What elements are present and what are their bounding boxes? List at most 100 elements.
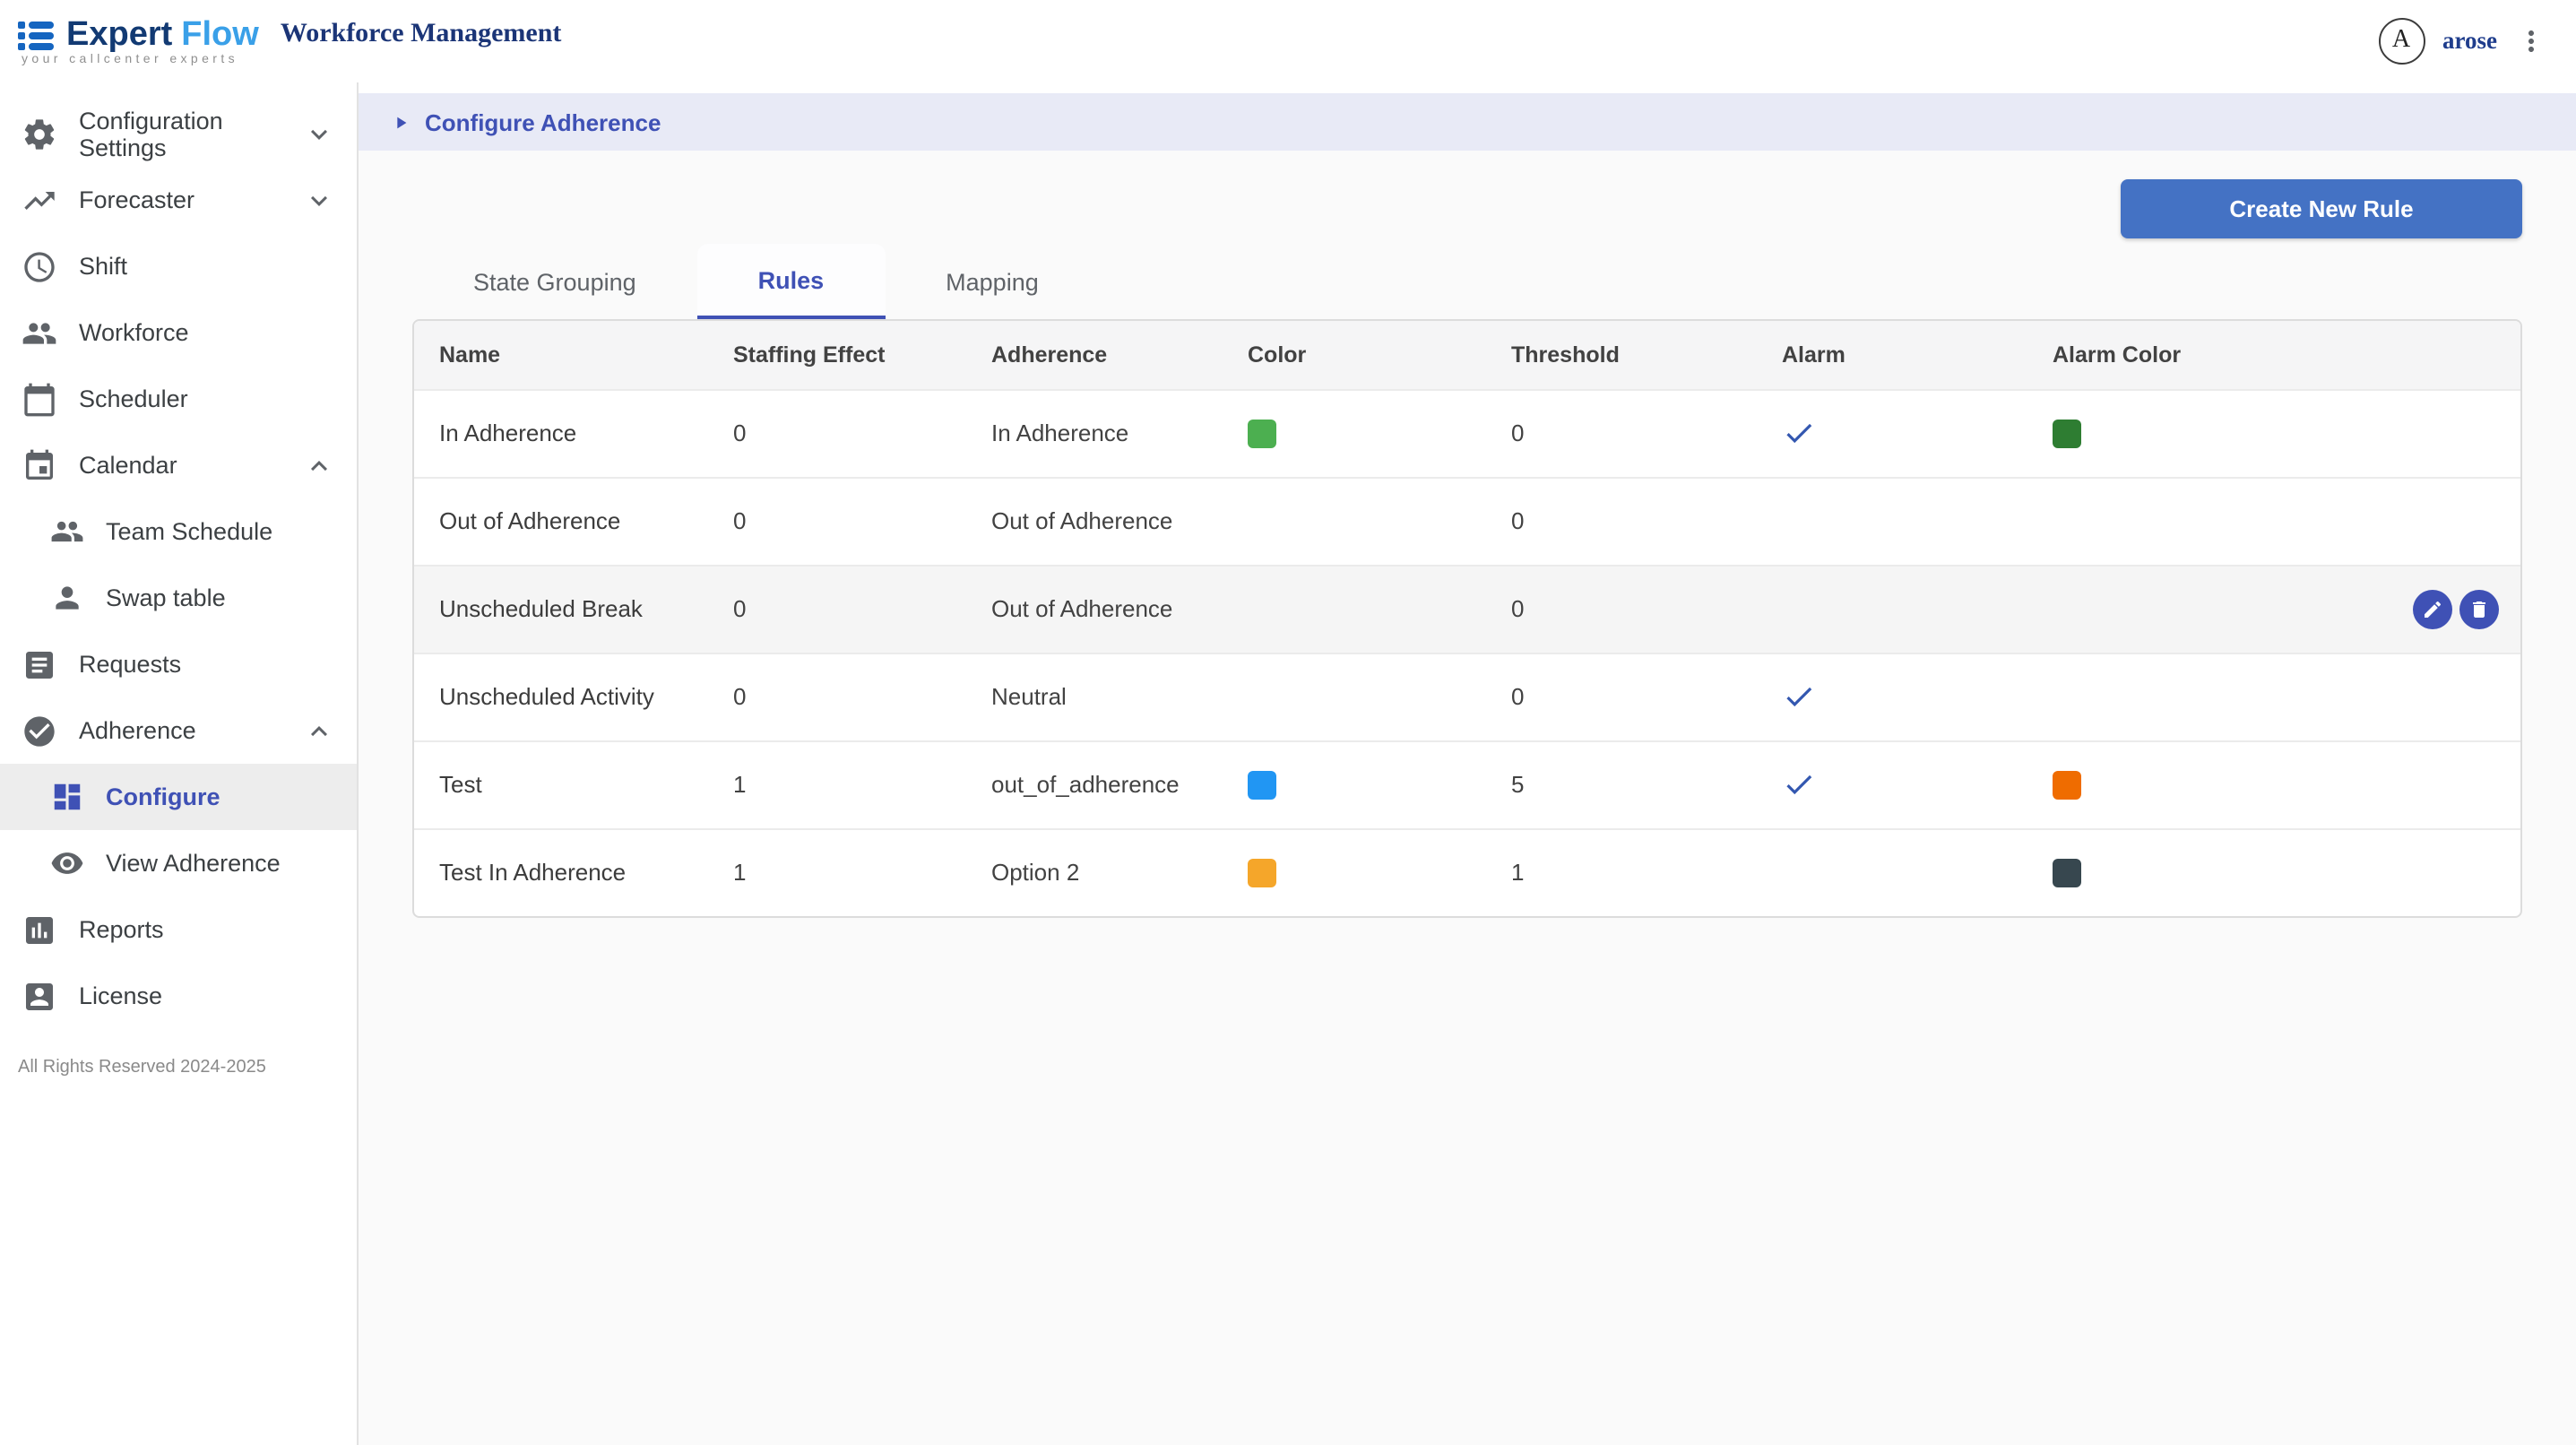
chevron-down-icon [303, 117, 335, 150]
kebab-menu-icon[interactable] [2515, 25, 2547, 57]
table-row[interactable]: In Adherence 0 In Adherence 0 [414, 389, 2520, 477]
breadcrumb[interactable]: Configure Adherence [359, 93, 2576, 151]
rules-table-card: Name Staffing Effect Adherence Color Thr… [412, 319, 2522, 918]
row-actions [2413, 589, 2499, 628]
cell-alarm [1757, 477, 2027, 565]
cell-alarm [1757, 740, 2027, 828]
sidebar-item-label: Forecaster [79, 186, 194, 213]
sidebar-item-label: Adherence [79, 717, 196, 744]
calendar-icon [22, 381, 57, 417]
brand-tagline: your callcenter experts [18, 54, 259, 66]
column-header-alarm: Alarm [1757, 321, 2027, 389]
cell-staffing-effect: 1 [708, 740, 966, 828]
sidebar-item-scheduler[interactable]: Scheduler [0, 366, 357, 432]
calendar-event-icon [22, 447, 57, 483]
cell-staffing-effect: 1 [708, 828, 966, 916]
table-row[interactable]: Out of Adherence 0 Out of Adherence 0 [414, 477, 2520, 565]
expertflow-logo: ExpertFlow your callcenter experts [18, 16, 259, 66]
color-swatch [1248, 859, 1276, 887]
color-swatch [1248, 771, 1276, 800]
dashboard-icon [50, 780, 84, 814]
delete-button[interactable] [2459, 589, 2499, 628]
sidebar-item-label: Swap table [106, 584, 226, 611]
people-icon [50, 515, 84, 549]
check-icon [1782, 416, 1816, 450]
edit-button[interactable] [2413, 589, 2452, 628]
sidebar-item-label: Workforce [79, 319, 189, 346]
check-icon [1782, 767, 1816, 801]
alarm-color-swatch [2053, 859, 2081, 887]
cell-name: Test [414, 740, 708, 828]
sidebar-item-label: Shift [79, 253, 127, 280]
cell-color [1223, 740, 1486, 828]
user-avatar[interactable]: A [2378, 18, 2425, 65]
cell-adherence: Option 2 [966, 828, 1223, 916]
cell-threshold: 0 [1486, 389, 1757, 477]
cell-threshold: 1 [1486, 828, 1757, 916]
sidebar-item-view-adherence[interactable]: View Adherence [0, 830, 357, 896]
sidebar-item-team-schedule[interactable]: Team Schedule [0, 498, 357, 565]
sidebar-item-label: License [79, 982, 162, 1009]
color-swatch [1248, 420, 1276, 448]
column-header-adherence: Adherence [966, 321, 1223, 389]
main-area: Configure Adherence Create New Rule Stat… [359, 82, 2576, 1445]
clock-icon [22, 248, 57, 284]
sidebar: Configuration Settings Forecaster Shift … [0, 82, 359, 1445]
cell-alarm-color [2027, 828, 2520, 916]
bar-chart-icon [22, 912, 57, 947]
cell-color [1223, 565, 1486, 653]
app-window: ExpertFlow your callcenter experts Workf… [0, 0, 2576, 1445]
check-circle-icon [22, 713, 57, 748]
cell-threshold: 0 [1486, 477, 1757, 565]
cell-adherence: Out of Adherence [966, 477, 1223, 565]
logo-wordmark: ExpertFlow [18, 16, 259, 56]
brand-expert: Expert [66, 16, 172, 56]
table-header-row: Name Staffing Effect Adherence Color Thr… [414, 321, 2520, 389]
column-header-alarm-color: Alarm Color [2027, 321, 2520, 389]
sidebar-item-configuration-settings[interactable]: Configuration Settings [0, 100, 357, 167]
cell-staffing-effect: 0 [708, 653, 966, 740]
column-header-threshold: Threshold [1486, 321, 1757, 389]
gear-icon [22, 116, 57, 151]
sidebar-item-adherence[interactable]: Adherence [0, 697, 357, 764]
cell-adherence: Neutral [966, 653, 1223, 740]
cell-alarm [1757, 389, 2027, 477]
cell-alarm [1757, 828, 2027, 916]
sidebar-item-reports[interactable]: Reports [0, 896, 357, 963]
person-icon [50, 581, 84, 615]
chevron-up-icon [303, 714, 335, 747]
actions-row: Create New Rule [412, 179, 2522, 238]
rules-table: Name Staffing Effect Adherence Color Thr… [414, 321, 2520, 916]
sidebar-item-configure[interactable]: Configure [0, 764, 357, 830]
cell-alarm [1757, 653, 2027, 740]
sidebar-item-license[interactable]: License [0, 963, 357, 1029]
trending-up-icon [22, 182, 57, 218]
sidebar-item-shift[interactable]: Shift [0, 233, 357, 299]
sidebar-item-workforce[interactable]: Workforce [0, 299, 357, 366]
sidebar-item-label: Team Schedule [106, 518, 272, 545]
sidebar-item-label: View Adherence [106, 850, 281, 877]
cell-staffing-effect: 0 [708, 389, 966, 477]
sidebar-item-calendar[interactable]: Calendar [0, 432, 357, 498]
top-header: ExpertFlow your callcenter experts Workf… [0, 0, 2576, 82]
table-row[interactable]: Test In Adherence 1 Option 2 1 [414, 828, 2520, 916]
cell-threshold: 5 [1486, 740, 1757, 828]
table-row[interactable]: Unscheduled Activity 0 Neutral 0 [414, 653, 2520, 740]
sidebar-item-forecaster[interactable]: Forecaster [0, 167, 357, 233]
cell-name: Unscheduled Break [414, 565, 708, 653]
app-title: Workforce Management [281, 19, 562, 49]
sidebar-item-swap-table[interactable]: Swap table [0, 565, 357, 631]
table-row[interactable]: Test 1 out_of_adherence 5 [414, 740, 2520, 828]
cell-color [1223, 653, 1486, 740]
expertflow-logo-icon [18, 20, 57, 52]
tab-mapping[interactable]: Mapping [885, 244, 1100, 319]
create-new-rule-button[interactable]: Create New Rule [2121, 179, 2522, 238]
column-header-color: Color [1223, 321, 1486, 389]
table-row[interactable]: Unscheduled Break 0 Out of Adherence 0 [414, 565, 2520, 653]
cell-name: Test In Adherence [414, 828, 708, 916]
sidebar-item-requests[interactable]: Requests [0, 631, 357, 697]
tab-state-grouping[interactable]: State Grouping [412, 244, 697, 319]
tab-rules[interactable]: Rules [697, 244, 886, 319]
breadcrumb-label: Configure Adherence [425, 108, 661, 135]
badge-icon [22, 978, 57, 1014]
